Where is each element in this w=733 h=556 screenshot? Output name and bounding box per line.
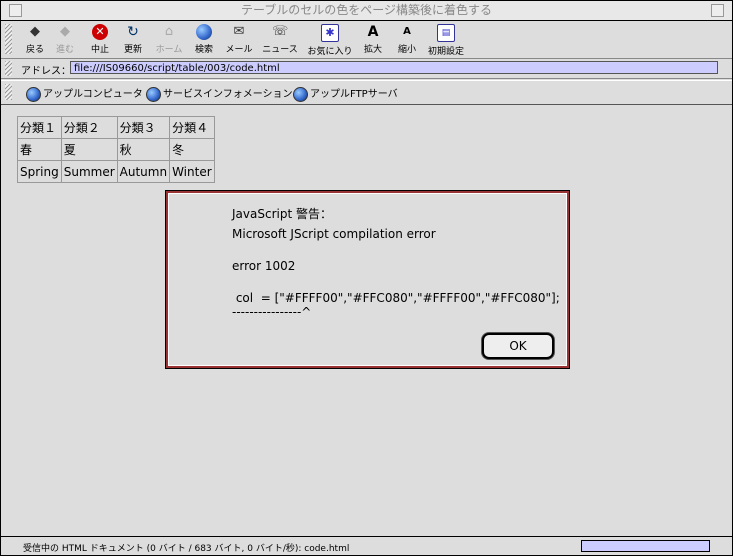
table-cell: Autumn [116,160,171,183]
globe-icon [293,86,308,102]
dialog-error-code: error 1002 [232,259,296,273]
preferences-button[interactable]: ▤ 初期設定 [426,24,466,57]
toolbar-grip[interactable] [5,24,12,54]
dialog-heading: JavaScript 警告： [232,207,332,221]
dialog-pointer-line: ----------------^ [232,305,312,319]
table-cell: 夏 [60,138,118,161]
ok-button[interactable]: OK [482,333,554,359]
season-table: 分類１ 分類２ 分類３ 分類４ 春 夏 秋 冬 Spring Summer Au… [17,116,215,183]
zoom-in-button[interactable]: A 拡大 [361,24,385,56]
table-cell: Spring [17,160,62,183]
favorites-bar: アップルコンピュータ サービスインフォメーション アップルFTPサーバ [1,80,732,105]
home-button[interactable]: ⌂ ホーム [153,24,185,56]
favorite-link-service-info[interactable]: サービスインフォメーション [146,85,293,102]
zoom-out-icon: A [403,26,411,37]
search-globe-icon [196,24,212,40]
table-cell: Summer [60,160,118,183]
news-icon: ☏ [272,24,289,39]
favorites-icon: ✱ [321,24,339,42]
back-arrow-icon: ◆ [30,24,40,39]
preferences-icon: ▤ [437,24,455,42]
table-cell: 分類１ [17,116,62,139]
table-cell: 春 [17,138,62,161]
stop-icon: ✕ [92,24,108,40]
favorites-button[interactable]: ✱ お気に入り [307,24,353,57]
zoom-in-icon: A [367,24,379,40]
favorite-link-ftp[interactable]: アップルFTPサーバ [293,85,398,102]
toolbar: ◆ 戻る ◆ 進む ✕ 中止 ↻ 更新 ⌂ ホーム 検索 ✉ メール ☏ ニュー… [1,21,732,59]
status-text: 受信中の HTML ドキュメント (0 バイト / 683 バイト, 0 バイト… [23,544,350,554]
title-bar: テーブルのセルの色をページ構築後に着色する [1,1,732,21]
table-cell: 分類３ [116,116,171,139]
address-input[interactable]: file:///IS09660/script/table/003/code.ht… [70,61,718,74]
table-cell: Winter [169,160,215,183]
address-label: アドレス： [21,66,71,77]
table-row: 春 夏 秋 冬 [17,138,215,161]
javascript-alert-dialog: JavaScript 警告： Microsoft JScript compila… [165,190,570,369]
mail-button[interactable]: ✉ メール [223,24,255,56]
stop-button[interactable]: ✕ 中止 [88,24,112,56]
progress-bar [581,540,710,552]
refresh-button[interactable]: ↻ 更新 [120,24,146,56]
forward-button[interactable]: ◆ 進む [53,24,77,56]
table-cell: 冬 [169,138,215,161]
search-button[interactable]: 検索 [191,24,217,56]
dialog-message: Microsoft JScript compilation error [232,227,436,241]
home-icon: ⌂ [164,24,174,39]
favorite-link-apple[interactable]: アップルコンピュータ [26,85,143,102]
browser-window: テーブルのセルの色をページ構築後に着色する ◆ 戻る ◆ 進む ✕ 中止 ↻ 更… [0,0,733,556]
table-row: Spring Summer Autumn Winter [17,160,215,183]
zoom-box[interactable] [711,4,724,17]
favorites-grip[interactable] [5,84,12,100]
table-row: 分類１ 分類２ 分類３ 分類４ [17,116,215,139]
globe-icon [146,86,161,102]
table-cell: 分類４ [169,116,215,139]
address-grip[interactable] [5,61,12,76]
table-cell: 分類２ [60,116,118,139]
address-bar: アドレス： file:///IS09660/script/table/003/c… [1,59,732,79]
mail-icon: ✉ [233,24,245,39]
zoom-out-button[interactable]: A 縮小 [395,24,419,56]
window-title: テーブルのセルの色をページ構築後に着色する [240,3,493,17]
status-bar: 受信中の HTML ドキュメント (0 バイト / 683 バイト, 0 バイト… [1,536,732,556]
globe-icon [26,86,41,102]
close-box[interactable] [9,4,22,17]
table-cell: 秋 [116,138,171,161]
dialog-code-line: col = ["#FFFF00","#FFC080","#FFFF00","#F… [232,291,560,305]
back-button[interactable]: ◆ 戻る [23,24,47,56]
refresh-icon: ↻ [127,24,139,40]
forward-arrow-icon: ◆ [60,24,70,39]
news-button[interactable]: ☏ ニュース [261,24,299,56]
